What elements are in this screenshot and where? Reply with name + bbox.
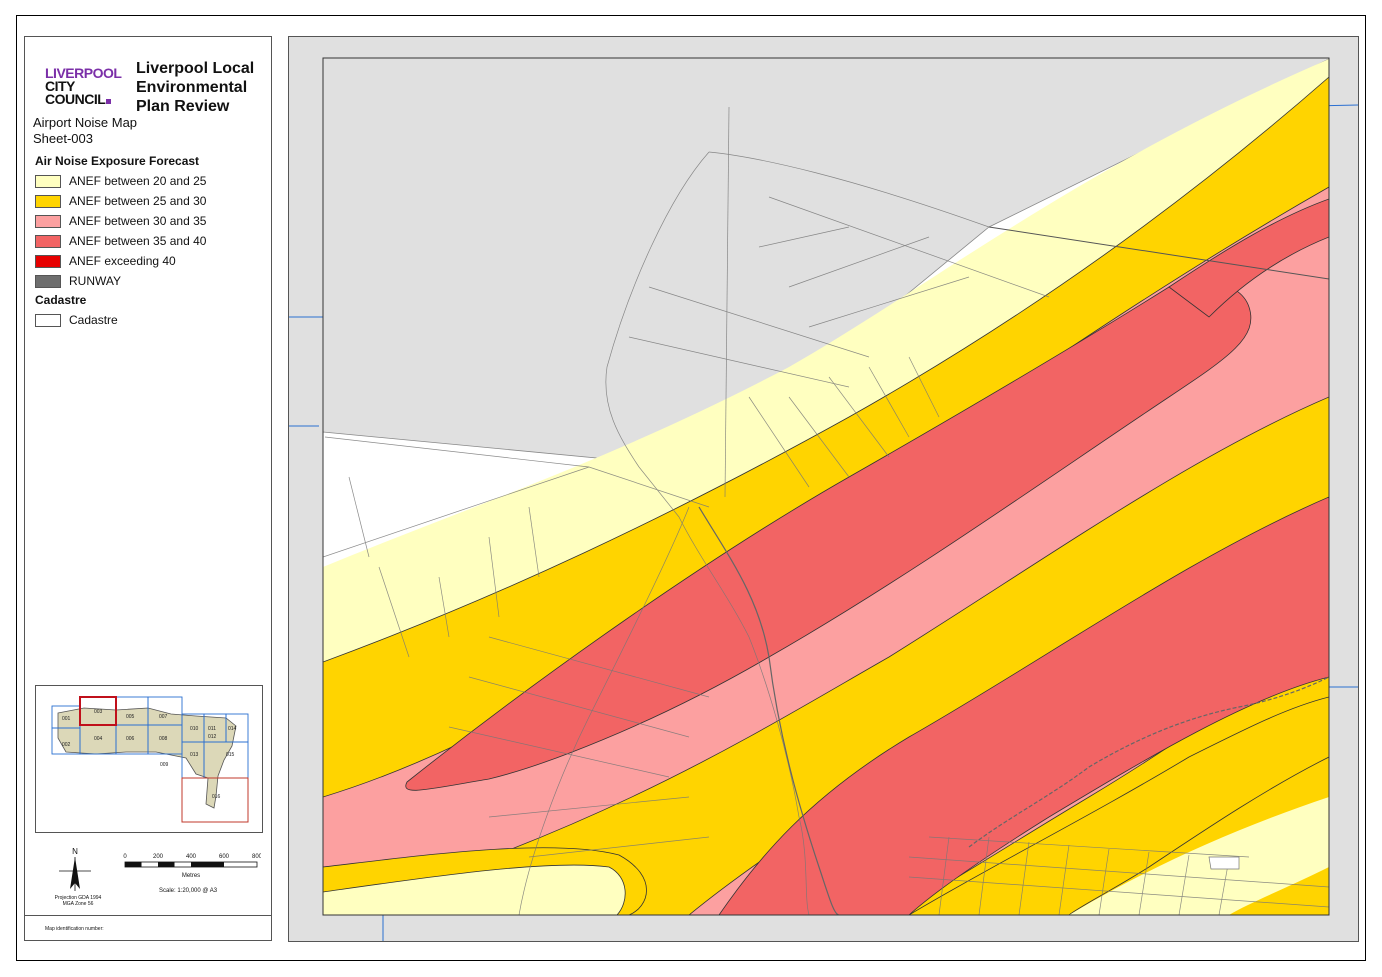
scale-tick: 800 xyxy=(252,854,261,860)
legend-label: ANEF between 30 and 35 xyxy=(69,214,207,228)
sheet-label: 014 xyxy=(228,726,237,732)
sheet-label: 010 xyxy=(190,726,199,732)
north-label: N xyxy=(72,847,78,856)
legend-item: ANEF between 25 and 30 xyxy=(35,193,206,209)
subtitle-line1: Airport Noise Map xyxy=(33,115,138,130)
main-map-svg[interactable] xyxy=(289,37,1358,941)
legend-label: ANEF between 20 and 25 xyxy=(69,174,207,188)
map-title: Liverpool Local Environmental Plan Revie… xyxy=(136,60,255,115)
legend-item: ANEF between 35 and 40 xyxy=(35,233,206,249)
projection-note: Projection GDA 1994 MGA Zone 56 xyxy=(33,895,123,907)
sheet-label: 002 xyxy=(62,742,71,748)
legend-swatch xyxy=(35,234,61,248)
legend-swatch xyxy=(35,214,61,228)
lga-boundary xyxy=(57,707,237,809)
legend-heading-anef: Air Noise Exposure Forecast xyxy=(35,154,200,168)
council-logo: LIVERPOOL CITY COUNCIL xyxy=(45,66,135,107)
legend-label: Cadastre xyxy=(69,313,118,327)
sheet-label: 011 xyxy=(208,726,216,732)
legend-swatch xyxy=(35,274,61,288)
legend-swatch xyxy=(35,194,61,208)
legend-heading-cadastre: Cadastre xyxy=(35,293,87,307)
sheet-label: 007 xyxy=(159,714,168,720)
scale-tick: 600 xyxy=(219,854,230,860)
legend-label: ANEF between 25 and 30 xyxy=(69,194,207,208)
scale-tick: 400 xyxy=(186,854,197,860)
legend-swatch xyxy=(35,254,61,268)
sheet-label: 016 xyxy=(212,794,221,800)
map-subtitle: Airport Noise Map Sheet-003 xyxy=(33,115,137,147)
sheet-label: 015 xyxy=(226,752,235,758)
scale-text: Scale: 1:20,000 @ A3 xyxy=(159,888,218,894)
legend-item: ANEF exceeding 40 xyxy=(35,253,176,269)
sheet-label: 006 xyxy=(126,736,135,742)
legend-item: ANEF between 30 and 35 xyxy=(35,213,206,229)
sheet-label: 004 xyxy=(94,736,103,742)
parcel xyxy=(1208,856,1240,870)
sheet-label: 005 xyxy=(126,714,135,720)
scale-tick: 200 xyxy=(153,854,164,860)
legend-item: Cadastre xyxy=(35,312,118,328)
sheet-label: 003 xyxy=(94,709,103,715)
legend-item: ANEF between 20 and 25 xyxy=(35,173,206,189)
legend-label: ANEF exceeding 40 xyxy=(69,254,176,268)
sheet-label: 012 xyxy=(208,734,217,740)
locator-svg: 001 002 003 004 005 006 007 008 009 010 … xyxy=(51,696,249,823)
logo-line3: COUNCIL xyxy=(45,91,106,107)
map-content xyxy=(323,58,1329,915)
scale-unit: Metres xyxy=(182,873,200,879)
subtitle-line2: Sheet-003 xyxy=(33,131,93,146)
legend-item: RUNWAY xyxy=(35,273,121,289)
north-arrow-icon: N xyxy=(59,847,91,891)
main-map[interactable] xyxy=(288,36,1359,942)
legend-label: ANEF between 35 and 40 xyxy=(69,234,207,248)
legend-swatch xyxy=(35,174,61,188)
sheet-label: 008 xyxy=(159,736,168,742)
projection-line2: MGA Zone 56 xyxy=(62,901,94,907)
legend-label: RUNWAY xyxy=(69,274,121,288)
scale-tick: 0 xyxy=(123,854,127,860)
map-id-row: Map identification number: xyxy=(25,915,271,940)
legend-swatch xyxy=(35,313,61,327)
legend-panel: LIVERPOOL CITY COUNCIL Liverpool Local E… xyxy=(24,36,272,941)
sheet-label: 013 xyxy=(190,752,199,758)
locator-inset-map: 001 002 003 004 005 006 007 008 009 010 … xyxy=(35,685,263,833)
sheet-label: 001 xyxy=(62,716,71,722)
sheet-label: 009 xyxy=(160,762,169,768)
